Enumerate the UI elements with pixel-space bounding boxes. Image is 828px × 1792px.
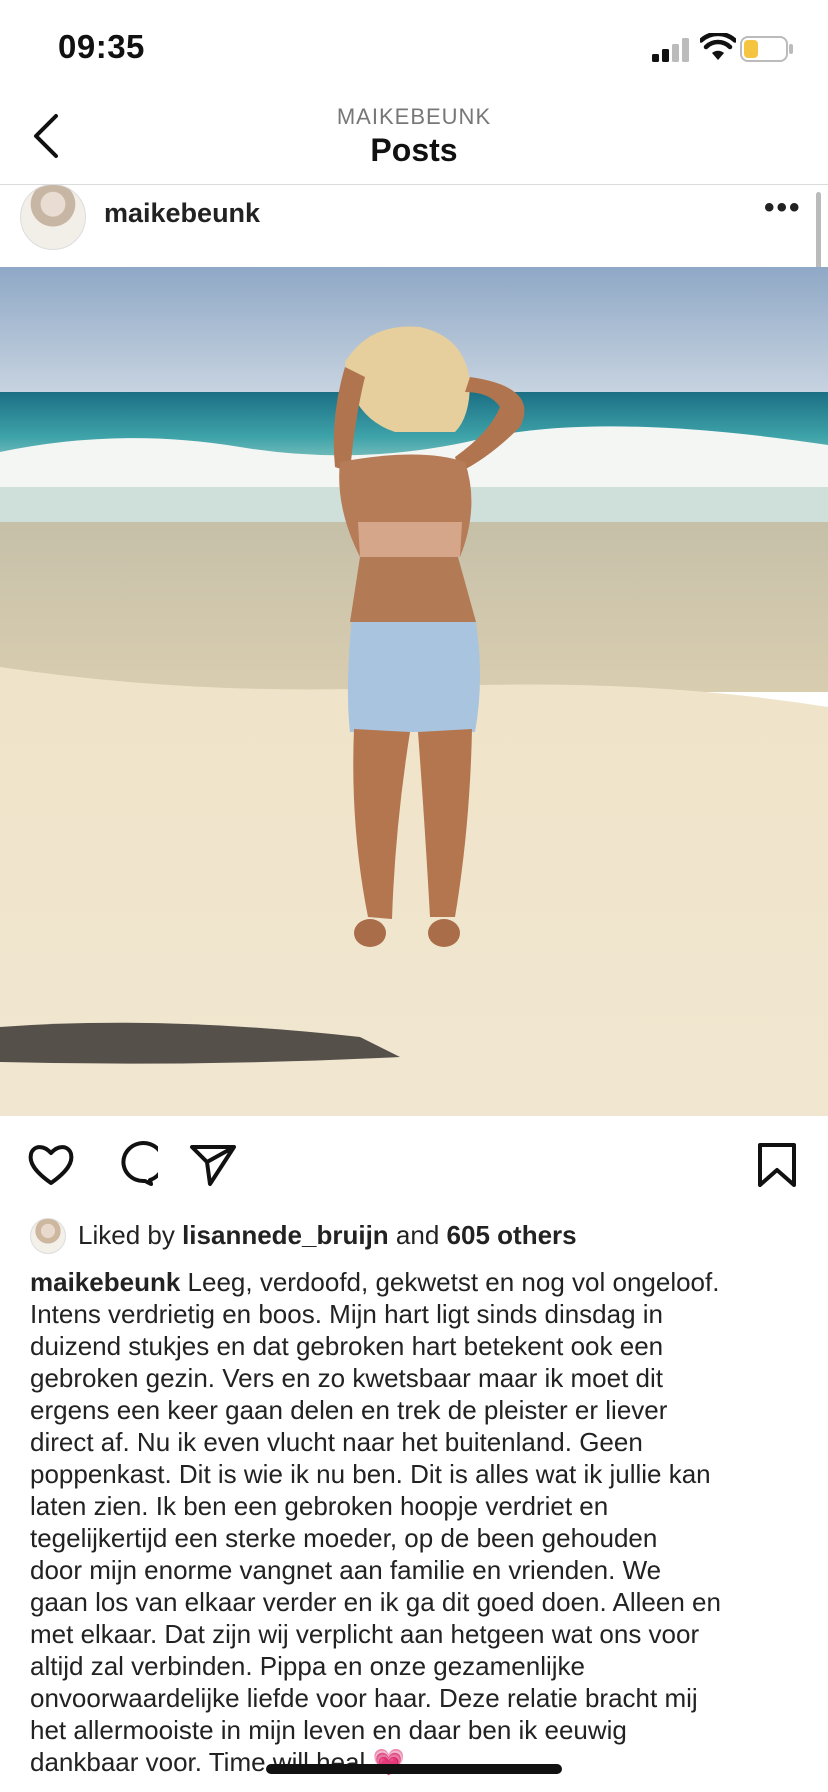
nav-subtitle: MAIKEBEUNK <box>336 104 492 129</box>
comment-icon <box>121 1141 166 1186</box>
send-icon <box>190 1145 236 1186</box>
caption-line: laten zien. Ik ben een gebroken hoopje v… <box>30 1491 609 1521</box>
likes-prefix: Liked by <box>78 1220 175 1250</box>
caption-line: poppenkast. Dit is wie ik nu ben. Dit is… <box>30 1459 711 1489</box>
share-button[interactable] <box>188 1140 238 1190</box>
caption-author[interactable]: maikebeunk <box>30 1267 180 1297</box>
likes-summary[interactable]: Liked by lisannede_bruijn and 605 others <box>78 1220 577 1251</box>
caption-line: Intens verdrietig en boos. Mijn hart lig… <box>30 1299 664 1329</box>
post-caption: maikebeunk Leeg, verdoofd, gekwetst en n… <box>30 1266 810 1778</box>
post-author[interactable]: maikebeunk <box>104 198 260 229</box>
save-button[interactable] <box>752 1140 802 1190</box>
wifi-icon <box>700 33 736 60</box>
heart-icon <box>28 1145 74 1185</box>
like-button[interactable] <box>26 1140 76 1190</box>
caption-line: door mijn enorme vangnet aan familie en … <box>30 1555 662 1585</box>
home-indicator[interactable] <box>266 1764 562 1774</box>
caption-line: het allermooiste in mijn leven en daar b… <box>30 1715 627 1745</box>
caption-line: gaan los van elkaar verder en ik ga dit … <box>30 1587 721 1617</box>
status-time: 09:35 <box>58 28 145 65</box>
author-avatar[interactable] <box>20 184 86 250</box>
caption-line: maikebeunk Leeg, verdoofd, gekwetst en n… <box>30 1267 720 1297</box>
liker-username[interactable]: lisannede_bruijn <box>182 1220 389 1250</box>
caption-line: duizend stukjes en dat gebroken hart bet… <box>30 1331 664 1361</box>
header-divider <box>0 184 828 185</box>
comment-button[interactable] <box>108 1140 166 1190</box>
cellular-signal-icon <box>652 38 689 62</box>
caption-line: tegelijkertijd een sterke moeder, op de … <box>30 1523 658 1553</box>
caption-line: met elkaar. Dat zijn wij verplicht aan h… <box>30 1619 700 1649</box>
bookmark-icon <box>758 1143 796 1187</box>
likes-others[interactable]: 605 others <box>447 1220 577 1250</box>
caption-line: onvoorwaardelijke liefde voor haar. Deze… <box>30 1683 698 1713</box>
caption-line: direct af. Nu ik even vlucht naar het bu… <box>30 1427 643 1457</box>
likes-and: and <box>395 1220 440 1250</box>
battery-icon <box>740 36 793 62</box>
more-options-icon[interactable]: ••• <box>764 193 804 228</box>
page-title: Posts <box>370 132 458 168</box>
caption-line: ergens een keer gaan delen en trek de pl… <box>30 1395 668 1425</box>
caption-line: altijd zal verbinden. Pippa en onze geza… <box>30 1651 586 1681</box>
post-photo[interactable] <box>0 267 828 1116</box>
liker-avatar[interactable] <box>30 1218 66 1254</box>
caption-line: gebroken gezin. Vers en zo kwetsbaar maa… <box>30 1363 663 1393</box>
